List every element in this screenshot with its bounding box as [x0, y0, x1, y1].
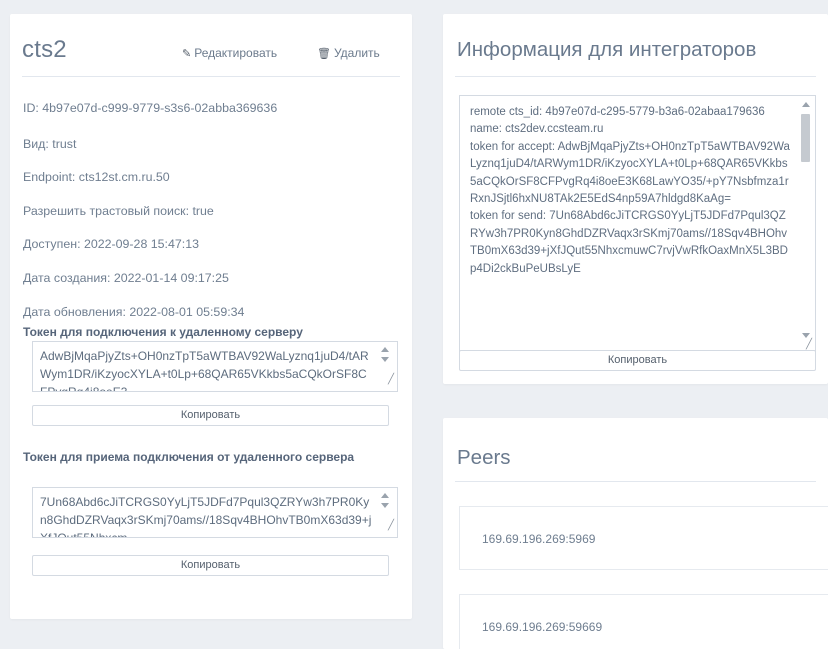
integrators-card: Информация для интеграторов remote cts_i…	[443, 14, 828, 384]
node-available: Доступен: 2022-09-28 15:47:13	[23, 237, 200, 251]
peer-item[interactable]: 169.69.196.269:59669	[459, 594, 828, 649]
peers-divider	[455, 481, 816, 482]
remote-token-scroll[interactable]	[380, 347, 391, 365]
delete-button[interactable]: 🗑 Удалить	[317, 46, 380, 60]
copy-remote-token-button[interactable]: Копировать	[32, 405, 389, 426]
node-created: Дата создания: 2022-01-14 09:17:25	[23, 271, 229, 285]
accept-token-scroll[interactable]	[380, 493, 391, 511]
integrators-scrollbar[interactable]	[800, 100, 811, 338]
scroll-down-icon[interactable]	[802, 333, 810, 338]
peer-item[interactable]: 169.69.196.269:5969	[459, 506, 828, 570]
node-card: cts2 ✎ Редактировать 🗑 Удалить ID: 4b97e07…	[10, 14, 412, 619]
accept-token-textarea[interactable]: 7Un68Abd6cJiTCRGS0YyLjT5JDFd7Pqul3QZRYw3…	[32, 487, 398, 538]
edit-button[interactable]: ✎ Редактировать	[182, 46, 277, 60]
integrators-text: remote cts_id: 4b97e07d-c295-5779-b3a6-0…	[470, 104, 792, 278]
integrators-line: token for accept: AdwBjMqaPjyZts+OH0nzTp…	[470, 140, 790, 206]
resize-grip-icon[interactable]: ╱	[388, 371, 394, 389]
peer-address: 169.69.196.269:59669	[482, 620, 603, 634]
integrators-divider	[455, 76, 816, 77]
header-divider	[22, 76, 400, 77]
scroll-thumb[interactable]	[801, 114, 810, 162]
peers-card: Peers 169.69.196.269:5969 169.69.196.269…	[443, 418, 828, 649]
node-id: ID: 4b97e07d-c999-9779-s3s6-02abba369636	[23, 101, 278, 115]
integrators-line: remote cts_id: 4b97e07d-c295-5779-b3a6-0…	[470, 106, 765, 118]
scroll-up-icon[interactable]	[802, 102, 810, 107]
remote-token-textarea[interactable]: AdwBjMqaPjyZts+OH0nzTpT5aWTBAV92WaLyznq1…	[32, 341, 398, 392]
remote-token-value: AdwBjMqaPjyZts+OH0nzTpT5aWTBAV92WaLyznq1…	[40, 349, 369, 392]
node-type: Вид: trust	[23, 137, 77, 151]
delete-button-label: Удалить	[333, 46, 380, 60]
node-endpoint: Endpoint: cts12st.cm.ru.50	[23, 170, 170, 184]
peers-title: Peers	[457, 446, 511, 469]
node-name: cts2	[22, 36, 67, 63]
resize-grip-icon[interactable]: ╱	[388, 517, 394, 535]
accept-token-value: 7Un68Abd6cJiTCRGS0YyLjT5JDFd7Pqul3QZRYw3…	[40, 495, 372, 538]
integrators-textarea[interactable]: remote cts_id: 4b97e07d-c295-5779-b3a6-0…	[459, 95, 816, 353]
integrators-title: Информация для интеграторов	[457, 38, 757, 61]
accept-token-label: Токен для приема подключения от удаленно…	[23, 450, 355, 464]
copy-accept-token-button[interactable]: Копировать	[32, 555, 389, 576]
remote-token-label: Токен для подключения к удаленному серве…	[23, 325, 303, 339]
peer-address: 169.69.196.269:5969	[482, 532, 596, 546]
integrators-line: token for send: 7Un68Abd6cJiTCRGS0YyLjT5…	[470, 210, 788, 275]
trash-icon: 🗑	[317, 48, 331, 60]
node-header: cts2 ✎ Редактировать 🗑 Удалить	[22, 36, 398, 64]
integrators-line: name: cts2dev.ccsteam.ru	[470, 123, 604, 136]
pencil-icon: ✎	[182, 48, 192, 60]
resize-grip-icon[interactable]: ╱	[806, 339, 812, 350]
copy-integrators-button[interactable]: Копировать	[459, 350, 816, 371]
node-trust-search: Разрешить трастовый поиск: true	[23, 204, 214, 218]
node-updated: Дата обновления: 2022-08-01 05:59:34	[23, 305, 245, 319]
edit-button-label: Редактировать	[194, 46, 278, 60]
